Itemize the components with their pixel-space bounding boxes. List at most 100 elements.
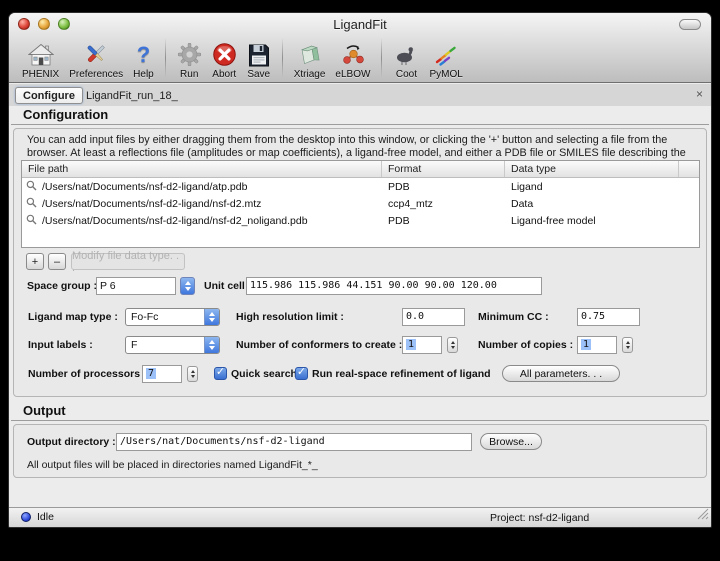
output-panel: Output directory : /Users/nat/Documents/… — [13, 424, 707, 478]
selected-option: Fo-Fc — [126, 309, 204, 325]
toolbar-button-xtriage[interactable]: Xtriage — [289, 41, 331, 80]
table-row[interactable]: /Users/nat/Documents/nsf-d2-ligand/nsf-d… — [22, 212, 699, 229]
toolbar-label: PHENIX — [22, 69, 59, 80]
checkmark-icon: ✓ — [216, 367, 225, 378]
processors-input[interactable]: 7 — [142, 365, 182, 383]
toolbar-button-save[interactable]: Save — [242, 41, 276, 80]
quick-search-checkbox[interactable]: ✓ — [214, 367, 227, 380]
file-path-cell: /Users/nat/Documents/nsf-d2-ligand/atp.p… — [42, 181, 247, 193]
toolbar-label: Preferences — [69, 69, 123, 80]
status-text: Idle — [37, 511, 54, 523]
data-type-cell: Data — [505, 198, 679, 210]
toolbar-toggle-button[interactable] — [679, 19, 701, 30]
project-label: Project: nsf-d2-ligand — [490, 512, 589, 524]
tab-ligandfit-run-18[interactable]: LigandFit_run_18_ — [79, 87, 185, 104]
table-row[interactable]: /Users/nat/Documents/nsf-d2-ligand/atp.p… — [22, 178, 699, 195]
table-header-row: File path Format Data type — [22, 161, 699, 178]
format-cell: PDB — [382, 181, 505, 193]
unit-cell-label: Unit cell : — [204, 280, 251, 292]
input-labels-select[interactable]: F — [125, 336, 220, 354]
abort-icon — [212, 41, 237, 68]
toolbar-label: Xtriage — [294, 69, 326, 80]
output-directory-input[interactable]: /Users/nat/Documents/nsf-d2-ligand — [116, 433, 472, 451]
conformers-stepper[interactable] — [447, 337, 458, 353]
quick-search-label: Quick search — [231, 368, 297, 380]
unit-cell-input[interactable]: 115.986 115.986 44.151 90.00 90.00 120.0… — [246, 277, 542, 295]
ligand-map-type-label: Ligand map type : — [28, 311, 118, 323]
combo-stepper-icon — [204, 309, 219, 325]
tab-configure[interactable]: Configure — [15, 87, 83, 104]
toolbar-button-help[interactable]: ? Help — [128, 41, 159, 80]
browse-button[interactable]: Browse... — [480, 433, 542, 450]
add-file-button[interactable]: + — [26, 253, 44, 270]
real-space-refinement-checkbox[interactable]: ✓ — [295, 367, 308, 380]
data-type-cell: Ligand-free model — [505, 215, 679, 227]
xtriage-crystal-icon — [297, 41, 323, 68]
toolbar-button-abort[interactable]: Abort — [207, 41, 242, 80]
data-type-cell: Ligand — [505, 181, 679, 193]
tab-bar: Configure LigandFit_run_18_ × — [9, 84, 711, 106]
coot-bird-icon — [393, 41, 419, 68]
minimum-cc-input[interactable]: 0.75 — [577, 308, 640, 326]
stepper-up-icon — [626, 341, 630, 344]
preferences-tools-icon — [83, 41, 109, 68]
copies-stepper[interactable] — [622, 337, 633, 353]
processors-label: Number of processors : — [28, 368, 146, 380]
processors-stepper[interactable] — [187, 366, 198, 382]
combo-stepper-icon — [204, 337, 219, 353]
magnifier-icon — [26, 197, 37, 211]
configuration-panel: You can add input files by either draggi… — [13, 128, 707, 397]
ligand-map-type-select[interactable]: Fo-Fc — [125, 308, 220, 326]
toolbar-button-elbow[interactable]: eLBOW — [330, 41, 375, 80]
copies-input[interactable]: 1 — [577, 336, 617, 354]
tab-label: LigandFit_run_18_ — [86, 90, 178, 102]
resize-grip[interactable] — [696, 507, 709, 525]
space-group-input[interactable]: P 6 — [96, 277, 176, 295]
conformers-input[interactable]: 1 — [402, 336, 442, 354]
toolbar-separator — [165, 38, 166, 78]
toolbar-button-run[interactable]: Run — [172, 41, 207, 80]
column-header-spacer — [679, 161, 699, 177]
stepper-up-icon — [451, 341, 455, 344]
space-group-label: Space group : — [27, 280, 97, 292]
title-bar[interactable]: LigandFit — [9, 13, 711, 35]
toolbar-label: Run — [180, 69, 198, 80]
selected-option: F — [126, 337, 204, 353]
main-content: Configuration You can add input files by… — [9, 106, 711, 507]
all-parameters-button[interactable]: All parameters. . . — [502, 365, 620, 382]
format-cell: PDB — [382, 215, 505, 227]
file-path-cell: /Users/nat/Documents/nsf-d2-ligand/nsf-d… — [42, 198, 261, 210]
real-space-refinement-label: Run real-space refinement of ligand — [312, 368, 491, 380]
toolbar-button-pymol[interactable]: PyMOL — [424, 41, 467, 80]
copies-label: Number of copies : — [478, 339, 573, 351]
toolbar-button-phenix[interactable]: PHENIX — [17, 41, 64, 80]
magnifier-icon — [26, 214, 37, 228]
tab-label: Configure — [23, 90, 75, 102]
toolbar-label: Coot — [396, 69, 417, 80]
tab-close-icon[interactable]: × — [696, 87, 703, 101]
high-resolution-limit-input[interactable]: 0.0 — [402, 308, 465, 326]
pymol-rainbow-icon — [433, 41, 459, 68]
status-bar: Idle Project: nsf-d2-ligand — [9, 507, 711, 527]
elbow-molecule-icon — [340, 41, 366, 68]
output-note: All output files will be placed in direc… — [27, 459, 318, 471]
table-row[interactable]: /Users/nat/Documents/nsf-d2-ligand/nsf-d… — [22, 195, 699, 212]
column-header-format[interactable]: Format — [382, 161, 505, 177]
toolbar-separator — [282, 38, 283, 78]
space-group-stepper[interactable] — [180, 277, 195, 295]
remove-file-button[interactable]: – — [48, 253, 66, 270]
checkmark-icon: ✓ — [297, 367, 306, 378]
minimum-cc-label: Minimum CC : — [478, 311, 549, 323]
toolbar-button-coot[interactable]: Coot — [388, 41, 424, 80]
column-header-data-type[interactable]: Data type — [505, 161, 679, 177]
window-title: LigandFit — [9, 17, 711, 32]
toolbar-button-preferences[interactable]: Preferences — [64, 41, 128, 80]
help-question-icon: ? — [137, 41, 150, 68]
format-cell: ccp4_mtz — [382, 198, 505, 210]
input-files-table[interactable]: File path Format Data type /Users/nat/Do… — [21, 160, 700, 248]
phenix-house-icon — [28, 41, 54, 68]
output-heading: Output — [11, 403, 709, 421]
input-labels-label: Input labels : — [28, 339, 93, 351]
stepper-down-icon — [451, 346, 455, 349]
column-header-file-path[interactable]: File path — [22, 161, 382, 177]
